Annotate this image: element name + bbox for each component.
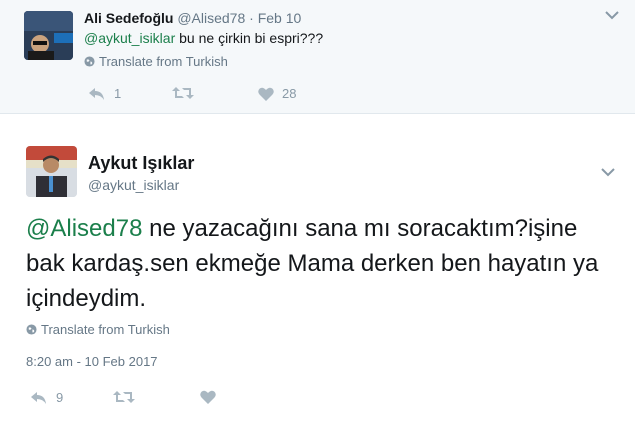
translate-label: Translate from Turkish (41, 322, 170, 337)
parent-tweet-actions: 1 28 (88, 86, 338, 104)
chevron-down-icon[interactable] (600, 167, 616, 177)
tweet-timestamp[interactable]: 8:20 am - 10 Feb 2017 (26, 354, 158, 369)
translate-label: Translate from Turkish (99, 54, 228, 69)
reply-count: 9 (56, 390, 64, 405)
like-button[interactable] (200, 390, 224, 404)
avatar[interactable] (26, 146, 77, 197)
tweet-body: bu ne çirkin bi espri??? (175, 30, 324, 46)
globe-icon (84, 56, 95, 67)
reply-count: 1 (114, 86, 122, 101)
retweet-button[interactable] (113, 390, 143, 404)
reply-button[interactable]: 9 (30, 390, 63, 405)
avatar-image (24, 11, 73, 60)
parent-tweet-header: Ali Sedefoğlu @Alised78 · Feb 10 (84, 10, 301, 26)
translate-link[interactable]: Translate from Turkish (84, 54, 228, 69)
retweet-icon (113, 391, 135, 403)
heart-icon (258, 87, 274, 101)
reply-icon (89, 87, 104, 100)
chevron-down-icon[interactable] (604, 10, 620, 20)
like-count: 28 (282, 86, 297, 101)
display-name[interactable]: Ali Sedefoğlu (84, 10, 173, 26)
main-tweet-text: @Alised78 ne yazacağını sana mı soracakt… (26, 211, 606, 316)
globe-icon (26, 324, 37, 335)
retweet-button[interactable] (172, 86, 202, 100)
mention-link[interactable]: @aykut_isiklar (84, 30, 175, 46)
heart-icon (200, 390, 216, 404)
mention-link[interactable]: @Alised78 (26, 215, 142, 242)
separator: · (249, 10, 254, 26)
main-tweet-actions: 9 (30, 390, 280, 408)
user-handle[interactable]: @Alised78 (177, 10, 245, 26)
reply-button[interactable]: 1 (88, 86, 121, 101)
parent-tweet: Ali Sedefoğlu @Alised78 · Feb 10 @aykut_… (0, 0, 635, 114)
reply-icon (31, 391, 46, 404)
parent-tweet-text: @aykut_isiklar bu ne çirkin bi espri??? (84, 30, 323, 46)
avatar-image (26, 146, 77, 197)
user-handle[interactable]: @aykut_isiklar (88, 177, 179, 193)
avatar[interactable] (24, 11, 73, 60)
translate-link[interactable]: Translate from Turkish (26, 322, 170, 337)
retweet-icon (172, 87, 194, 99)
tweet-date[interactable]: Feb 10 (258, 10, 302, 26)
like-button[interactable]: 28 (258, 86, 296, 101)
display-name[interactable]: Aykut Işıklar (88, 153, 194, 174)
